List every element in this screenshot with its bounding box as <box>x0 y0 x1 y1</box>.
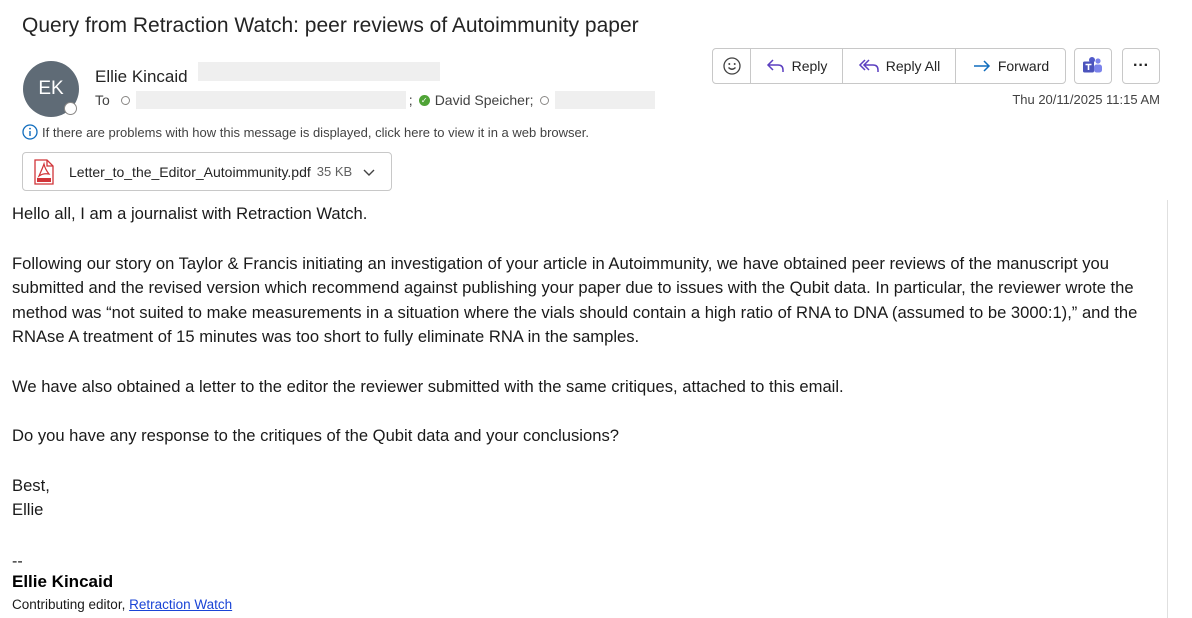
presence-unknown-icon <box>539 95 549 105</box>
more-options-button[interactable]: ··· <box>1122 48 1160 84</box>
reply-all-button[interactable]: Reply All <box>843 49 956 83</box>
pdf-file-icon <box>34 158 54 185</box>
message-actions-toolbar: Reply Reply All Forward <box>712 48 1066 84</box>
email-date: Thu 20/11/2025 11:15 AM <box>1012 92 1160 107</box>
recipient-david-speicher[interactable]: David Speicher; <box>435 92 534 108</box>
more-options-icon: ··· <box>1133 57 1149 74</box>
signature-name: Ellie Kincaid <box>12 572 114 591</box>
attachment-card[interactable]: Letter_to_the_Editor_Autoimmunity.pdf 35… <box>22 152 392 191</box>
teams-button[interactable] <box>1074 48 1112 84</box>
signature-title: Contributing editor, <box>12 597 126 612</box>
presence-status-icon <box>64 102 77 115</box>
reply-button[interactable]: Reply <box>751 49 843 83</box>
closing-name: Ellie <box>12 500 44 519</box>
reply-label: Reply <box>791 58 828 74</box>
body-paragraph: We have also obtained a letter to the ed… <box>12 376 844 396</box>
body-paragraph: Hello all, I am a journalist with Retrac… <box>12 204 368 223</box>
attachment-name: Letter_to_the_Editor_Autoimmunity.pdf <box>69 163 311 180</box>
reaction-reply-group: Reply Reply All Forward <box>712 48 1066 84</box>
forward-label: Forward <box>997 58 1050 74</box>
reply-all-icon <box>858 59 879 72</box>
smiley-icon <box>722 57 741 75</box>
closing: Best, <box>12 475 50 495</box>
email-body: Hello all, I am a journalist with Retrac… <box>12 202 1160 523</box>
body-paragraph: Do you have any response to the critique… <box>12 426 619 445</box>
info-icon <box>22 124 38 140</box>
info-text: If there are problems with how this mess… <box>42 124 589 140</box>
redacted-recipient[interactable] <box>135 91 406 109</box>
to-label: To <box>95 92 110 108</box>
teams-icon <box>1083 57 1102 73</box>
redacted-sender-email <box>198 62 440 81</box>
signature-role: Contributing editor, Retraction Watch <box>12 597 232 612</box>
signature-separator: -- <box>12 553 23 570</box>
retraction-watch-link[interactable]: Retraction Watch <box>129 597 232 612</box>
recipient-separator: ; <box>408 92 413 108</box>
email-subject: Query from Retraction Watch: peer review… <box>22 14 639 37</box>
reply-icon <box>766 59 784 72</box>
display-info-notice[interactable]: If there are problems with how this mess… <box>22 124 589 140</box>
emoji-reaction-button[interactable] <box>713 49 751 83</box>
presence-unknown-icon <box>120 95 130 105</box>
redacted-recipient[interactable] <box>554 91 655 109</box>
forward-button[interactable]: Forward <box>956 49 1065 83</box>
attachment-size: 35 KB <box>316 164 353 179</box>
forward-arrow-icon <box>973 60 990 72</box>
avatar-initials: EK <box>38 78 64 99</box>
body-paragraph: Following our story on Taylor & Francis … <box>12 253 1138 347</box>
reply-all-label: Reply All <box>885 58 941 74</box>
reading-pane-divider <box>1167 200 1168 618</box>
presence-available-icon: ✓ <box>418 94 430 106</box>
recipients-row: To ; ✓ David Speicher; <box>95 91 655 109</box>
chevron-down-icon[interactable] <box>362 165 376 179</box>
sender-name[interactable]: Ellie Kincaid <box>95 67 188 87</box>
